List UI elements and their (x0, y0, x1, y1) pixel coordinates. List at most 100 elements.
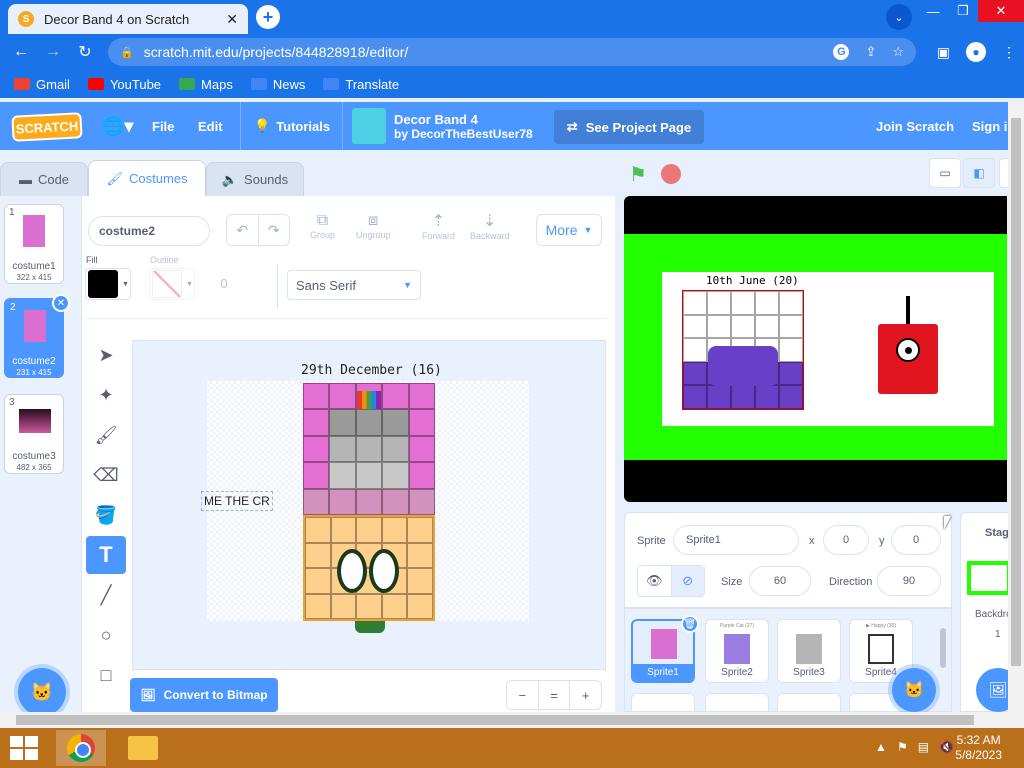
font-select[interactable]: Sans Serif ▼ (287, 270, 421, 300)
chrome-menu-icon[interactable]: ⋮ (1002, 44, 1016, 61)
tab-search-button[interactable]: ⌄ (886, 4, 912, 30)
line-tool-icon[interactable]: ╱ (86, 576, 126, 614)
convert-to-bitmap-button[interactable]: 🖼 Convert to Bitmap (130, 678, 278, 712)
tab-code[interactable]: ▬ Code (0, 162, 88, 196)
hide-eye-icon[interactable]: ⊘ (671, 566, 704, 596)
stage-canvas[interactable]: 10th June (20) (624, 196, 1007, 502)
green-flag-icon[interactable]: ⚑ (629, 162, 651, 186)
sprite-label: Sprite (637, 535, 666, 547)
costume-item-2[interactable]: 2 costume2 231 x 415 ✕ (4, 294, 70, 378)
outline-width-input[interactable]: 0 (204, 276, 244, 291)
brush-tool-icon[interactable]: 🖌 (86, 416, 126, 454)
normal-stage-button[interactable]: ◧ (963, 158, 995, 188)
clock-date: 5/8/2023 (955, 748, 1002, 762)
forward-button[interactable]: ⇡ Forward (422, 210, 455, 242)
x-input[interactable]: 0 (823, 525, 869, 555)
select-tool-icon[interactable]: ➤ (86, 336, 126, 374)
tab-costumes[interactable]: 🖌 Costumes (88, 160, 206, 196)
bookmark-maps[interactable]: Maps (179, 77, 233, 92)
text-tool-icon[interactable]: T (86, 536, 126, 574)
stop-icon[interactable] (661, 164, 681, 184)
ungroup-button[interactable]: ⧈ Ungroup (356, 210, 391, 242)
forward-arrow-icon[interactable]: → (42, 41, 64, 63)
browser-tab[interactable]: S Decor Band 4 on Scratch ✕ (8, 4, 248, 34)
join-scratch-link[interactable]: Join Scratch (876, 102, 954, 150)
costume-item-1[interactable]: 1 costume1 322 x 415 (4, 204, 64, 284)
file-menu[interactable]: File (152, 102, 174, 150)
network-icon[interactable]: ▤ (918, 740, 929, 754)
see-project-page-button[interactable]: ⇄ See Project Page (554, 110, 704, 144)
undo-icon[interactable]: ↶ (227, 215, 259, 245)
costume-name-input[interactable]: costume2 (88, 216, 210, 246)
sprite-tile-6[interactable] (705, 693, 769, 711)
delete-sprite-icon[interactable]: 🗑 (681, 615, 699, 633)
profile-avatar-icon[interactable]: ● (966, 42, 986, 62)
direction-input[interactable]: 90 (877, 566, 941, 596)
taskbar-chrome[interactable] (56, 730, 106, 766)
paint-canvas[interactable]: 29th December (16) ME THE CR (132, 340, 606, 670)
size-input[interactable]: 60 (749, 566, 811, 596)
back-arrow-icon[interactable]: ← (10, 41, 32, 63)
bookmark-translate[interactable]: Translate (323, 77, 399, 92)
sprite-name-input[interactable]: Sprite1 (673, 525, 799, 555)
sprite-list-scrollbar[interactable] (938, 614, 948, 710)
sprite-tile-7[interactable] (777, 693, 841, 711)
bookmark-gmail[interactable]: Gmail (14, 77, 70, 92)
restore-icon[interactable]: ❐ (946, 0, 980, 22)
eraser-tool-icon[interactable]: ⌫ (86, 456, 126, 494)
tray-up-arrow-icon[interactable]: ▲ (875, 740, 887, 754)
taskbar-file-explorer[interactable] (118, 730, 168, 766)
bookmark-star-icon[interactable]: ☆ (892, 44, 904, 60)
more-button[interactable]: More ▼ (536, 214, 602, 246)
tutorials-button[interactable]: 💡 Tutorials (254, 102, 330, 150)
address-bar[interactable]: 🔒 scratch.mit.edu/projects/844828918/edi… (108, 38, 916, 66)
delete-costume-icon[interactable]: ✕ (52, 294, 70, 312)
backward-button[interactable]: ⇣ Backward (470, 210, 510, 242)
sprite-info-panel: Sprite Sprite1 x 0 y 0 👁 ⊘ Size 60 Direc… (624, 512, 952, 608)
new-tab-button[interactable]: + (256, 5, 280, 29)
minimize-icon[interactable]: — (916, 0, 950, 22)
fill-bucket-tool-icon[interactable]: 🪣 (86, 496, 126, 534)
scratch-logo[interactable]: SCRATCH (11, 112, 83, 142)
windows-start-icon[interactable] (10, 736, 38, 760)
page-horizontal-scrollbar[interactable] (0, 712, 1024, 728)
volume-muted-icon[interactable]: 🔇 (939, 740, 954, 754)
share-icon[interactable]: ⇪ (865, 44, 876, 60)
sprite-tile-5[interactable] (631, 693, 695, 711)
edit-menu[interactable]: Edit (198, 102, 223, 150)
circle-tool-icon[interactable]: ○ (86, 616, 126, 654)
code-icon: ▬ (18, 172, 32, 187)
zoom-in-button[interactable]: + (570, 681, 601, 709)
group-button[interactable]: ⧉ Group (310, 210, 335, 242)
language-globe-icon[interactable]: 🌐▾ (102, 102, 133, 150)
sprite-tile-1[interactable]: Sprite1 🗑 (631, 615, 699, 683)
canvas-text-box[interactable]: ME THE CR (201, 491, 273, 511)
flag-icon[interactable]: ⚑ (897, 740, 908, 754)
zoom-out-button[interactable]: − (507, 681, 539, 709)
zoom-reset-button[interactable]: = (539, 681, 571, 709)
costume-item-3[interactable]: 3 costume3 482 x 365 (4, 394, 64, 474)
show-eye-icon[interactable]: 👁 (638, 566, 672, 596)
google-lens-icon[interactable]: G (833, 44, 850, 60)
redo-icon[interactable]: ↷ (259, 215, 290, 245)
bookmark-news[interactable]: News (250, 77, 305, 92)
side-panel-icon[interactable]: ▣ (937, 44, 950, 61)
costume-thumbnail (24, 310, 46, 342)
sprite-tile-3[interactable]: Sprite3 (777, 619, 841, 683)
small-stage-button[interactable]: ▭ (929, 158, 961, 188)
reshape-tool-icon[interactable]: ✦ (86, 376, 126, 414)
fill-color-picker[interactable]: ▼ (85, 268, 131, 300)
window-close-icon[interactable]: ✕ (978, 0, 1024, 22)
choose-sprite-button[interactable]: 🐱 (892, 668, 936, 712)
outline-color-picker[interactable]: ▼ (149, 268, 195, 300)
bookmark-youtube[interactable]: YouTube (87, 77, 161, 92)
tab-sounds[interactable]: 🔈 Sounds (206, 162, 304, 196)
page-vertical-scrollbar[interactable] (1008, 102, 1024, 712)
sprite-tile-2[interactable]: Purple Cat (27) Sprite2 (705, 619, 769, 683)
close-tab-icon[interactable]: ✕ (226, 11, 238, 28)
rectangle-tool-icon[interactable]: □ (86, 656, 126, 694)
y-input[interactable]: 0 (891, 525, 941, 555)
reload-icon[interactable]: ↻ (74, 41, 96, 63)
taskbar-clock[interactable]: 5:32 AM 5/8/2023 (955, 733, 1002, 763)
choose-costume-button[interactable]: 🐱 (18, 668, 66, 716)
